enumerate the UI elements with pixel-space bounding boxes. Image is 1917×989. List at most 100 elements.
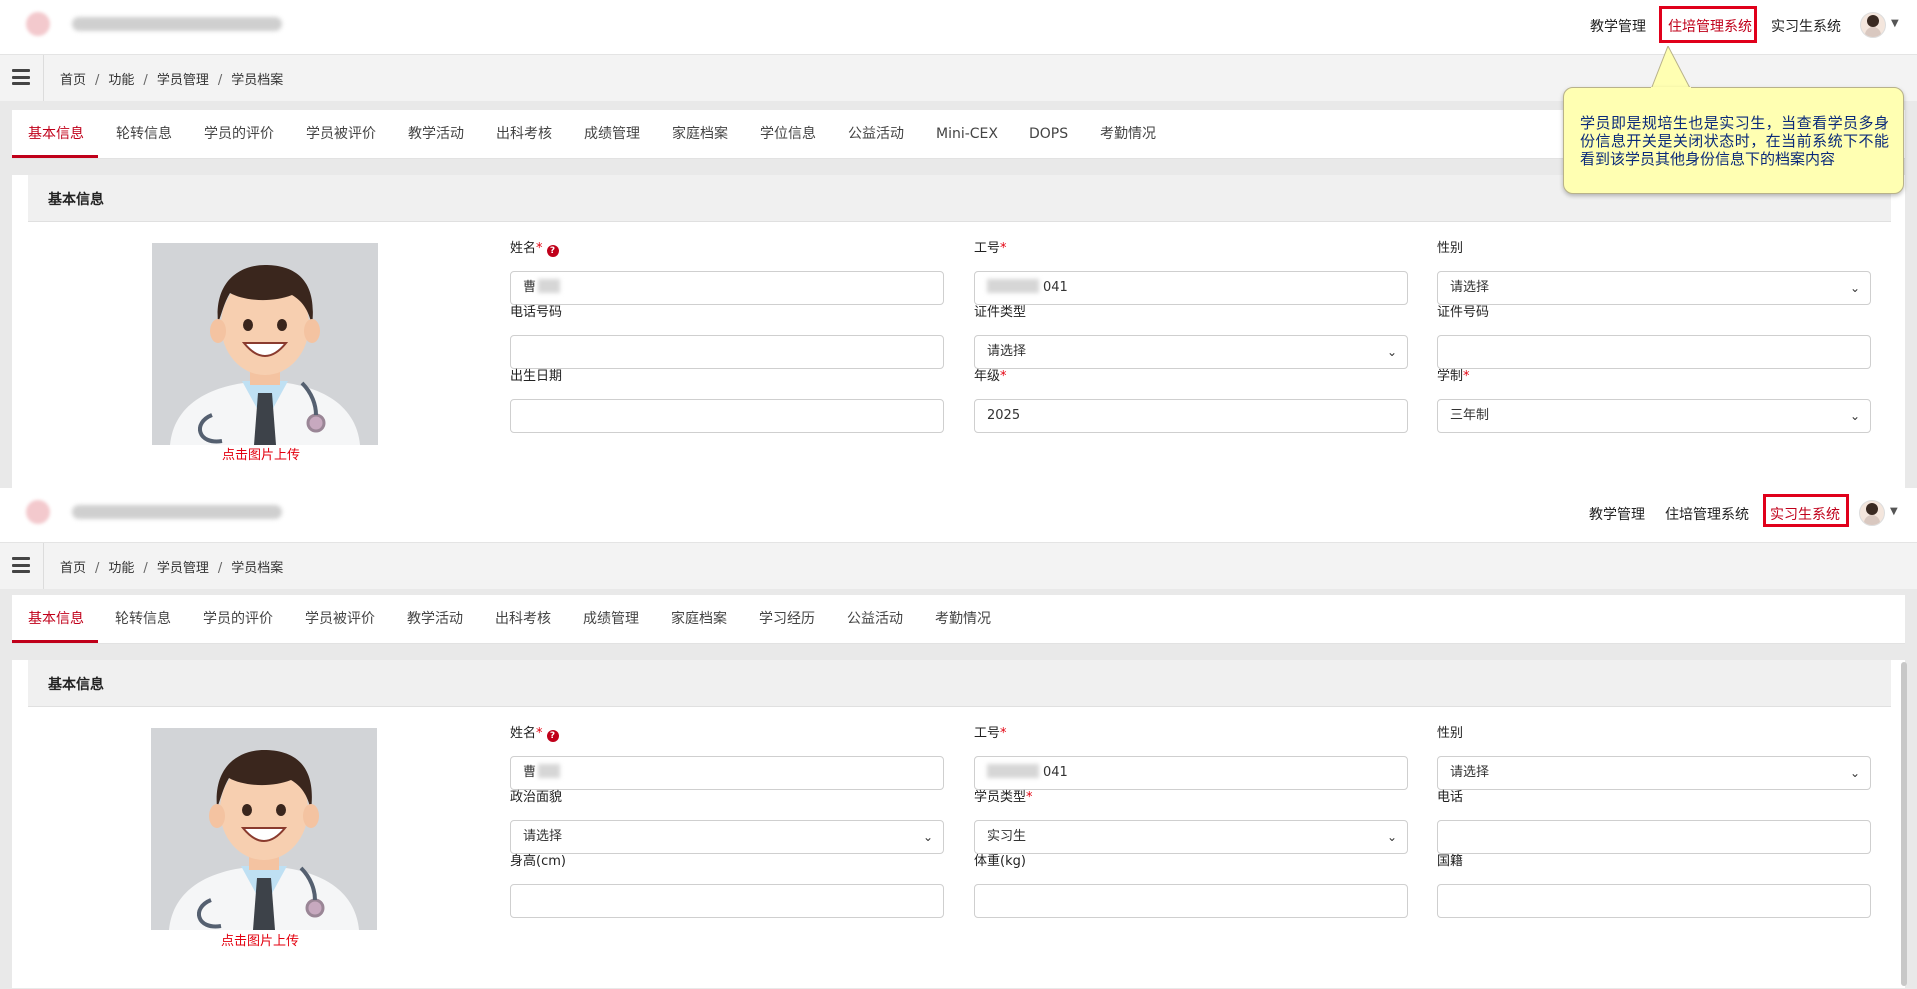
tab-10[interactable]: 考勤情况 (935, 595, 991, 643)
question-circle-icon[interactable]: ? (546, 730, 559, 742)
text-input[interactable] (974, 884, 1408, 918)
text-input[interactable] (510, 335, 944, 369)
tab-3[interactable]: 学员被评价 (306, 110, 376, 158)
nav-link-2[interactable]: 实习生系统 (1771, 16, 1841, 36)
question-circle-icon[interactable]: ? (546, 245, 559, 257)
avatar-photo[interactable] (151, 728, 377, 930)
tab-0[interactable]: 基本信息 (28, 595, 84, 643)
field-value: 曹 (523, 765, 537, 780)
nav-link-0[interactable]: 教学管理 (1589, 504, 1645, 524)
doctor-avatar-icon (152, 243, 378, 445)
text-input[interactable]: 曹 (510, 756, 944, 790)
tab-9[interactable]: 公益活动 (847, 595, 903, 643)
upload-photo-link[interactable]: 点击图片上传 (222, 444, 300, 463)
redacted-value (987, 764, 1039, 778)
field-label-text: 证件类型 (974, 305, 1027, 320)
field-label: 证件类型 (974, 301, 1026, 320)
breadcrumb-item[interactable]: 学员管理 (157, 73, 209, 88)
caret-down-icon[interactable]: ▼ (1891, 18, 1899, 29)
breadcrumb-item[interactable]: 功能 (108, 561, 134, 576)
upload-photo-link[interactable]: 点击图片上传 (221, 930, 299, 949)
field-value: 请选择 (987, 344, 1027, 359)
text-input[interactable] (510, 399, 944, 433)
text-input[interactable] (510, 884, 944, 918)
field-label: 国籍 (1437, 850, 1463, 869)
text-input[interactable]: 041 (974, 756, 1408, 790)
hamburger-icon[interactable] (12, 557, 30, 573)
text-input[interactable] (1437, 884, 1871, 918)
breadcrumb-item[interactable]: 首页 (60, 73, 86, 88)
field-label-text: 身高(cm) (510, 854, 566, 869)
field-value: 请选择 (523, 829, 563, 844)
logo-text-blurred (72, 505, 282, 519)
tab-12[interactable]: 考勤情况 (1100, 110, 1156, 158)
select-field[interactable]: 请选择 ⌄ (1437, 756, 1871, 790)
tab-3[interactable]: 学员被评价 (305, 595, 375, 643)
redacted-value (987, 279, 1039, 293)
field-label: 性别 (1437, 237, 1463, 256)
text-input[interactable]: 曹 (510, 271, 944, 305)
tab-1[interactable]: 轮转信息 (116, 110, 172, 158)
field-label: 身高(cm) (510, 850, 566, 869)
select-field[interactable]: 请选择 ⌄ (510, 820, 944, 854)
tab-8[interactable]: 学位信息 (760, 110, 816, 158)
field-label-text: 工号 (974, 241, 1001, 256)
field-label: 学制* (1437, 365, 1470, 384)
tab-7[interactable]: 家庭档案 (671, 595, 727, 643)
tab-5[interactable]: 出科考核 (495, 595, 551, 643)
field-label: 性别 (1437, 722, 1463, 741)
breadcrumb-item[interactable]: 功能 (108, 73, 134, 88)
text-input[interactable] (1437, 820, 1871, 854)
tab-10[interactable]: Mini-CEX (936, 110, 998, 158)
select-field[interactable]: 请选择 ⌄ (1437, 271, 1871, 305)
breadcrumb-separator: / (95, 73, 100, 88)
breadcrumb-item[interactable]: 首页 (60, 561, 86, 576)
tab-0[interactable]: 基本信息 (28, 110, 84, 158)
scrollbar[interactable] (1901, 662, 1907, 986)
tab-9[interactable]: 公益活动 (848, 110, 904, 158)
tab-1[interactable]: 轮转信息 (115, 595, 171, 643)
tab-8[interactable]: 学习经历 (759, 595, 815, 643)
select-field[interactable]: 三年制 ⌄ (1437, 399, 1871, 433)
avatar-photo[interactable] (152, 243, 378, 445)
field-value: 实习生 (987, 829, 1027, 844)
select-field[interactable]: 请选择 ⌄ (974, 335, 1408, 369)
nav-link-0[interactable]: 教学管理 (1590, 16, 1646, 36)
field-value: 041 (1043, 765, 1068, 780)
tab-2[interactable]: 学员的评价 (203, 595, 273, 643)
tooltip-tail-join (1651, 87, 1691, 89)
breadcrumb: 首页 / 功能 / 学员管理 / 学员档案 (60, 557, 283, 576)
user-avatar-icon[interactable] (1860, 12, 1886, 38)
nav-link-1[interactable]: 住培管理系统 (1665, 504, 1749, 524)
tab-11[interactable]: DOPS (1029, 110, 1068, 158)
tab-6[interactable]: 成绩管理 (583, 595, 639, 643)
select-field[interactable]: 实习生 ⌄ (974, 820, 1408, 854)
required-asterisk: * (1000, 726, 1007, 741)
text-input[interactable] (1437, 335, 1871, 369)
chevron-down-icon: ⌄ (922, 830, 933, 844)
field-label: 出生日期 (510, 365, 562, 384)
user-avatar-icon[interactable] (1859, 500, 1885, 526)
tab-6[interactable]: 成绩管理 (584, 110, 640, 158)
field-label: 工号* (974, 722, 1007, 741)
field-label-text: 政治面貌 (510, 790, 563, 805)
highlight-box (1763, 494, 1849, 527)
hamburger-icon[interactable] (12, 69, 30, 85)
field-label-text: 性别 (1437, 726, 1464, 741)
breadcrumb-item[interactable]: 学员管理 (157, 561, 209, 576)
tab-2[interactable]: 学员的评价 (204, 110, 274, 158)
tab-5[interactable]: 出科考核 (496, 110, 552, 158)
chevron-down-icon: ⌄ (1849, 766, 1860, 780)
field-label-text: 工号 (974, 726, 1001, 741)
tab-4[interactable]: 教学活动 (407, 595, 463, 643)
field-label: 体重(kg) (974, 850, 1026, 869)
text-input[interactable]: 041 (974, 271, 1408, 305)
tab-7[interactable]: 家庭档案 (672, 110, 728, 158)
breadcrumb-separator: / (217, 561, 223, 576)
tab-4[interactable]: 教学活动 (408, 110, 464, 158)
active-tab-indicator (12, 640, 98, 643)
field-label: 姓名*? (510, 722, 559, 742)
caret-down-icon[interactable]: ▼ (1890, 506, 1898, 517)
required-asterisk: * (536, 726, 543, 741)
text-input[interactable]: 2025 (974, 399, 1408, 433)
